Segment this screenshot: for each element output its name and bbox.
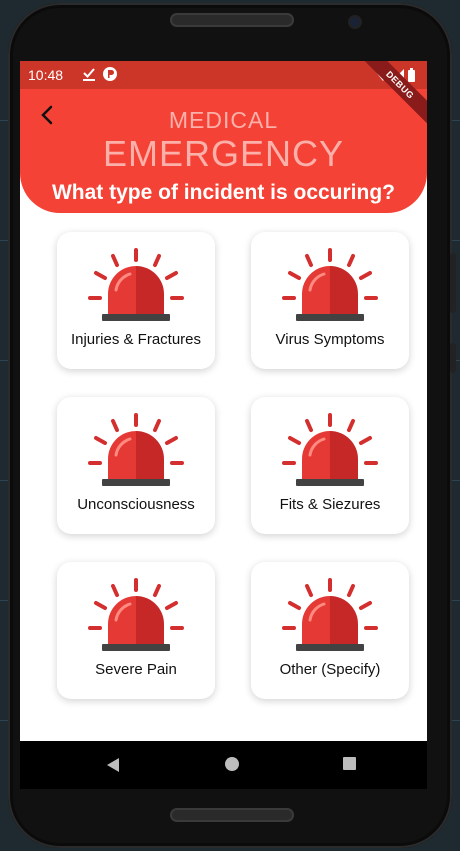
incident-card-label: Other (Specify) [279, 661, 381, 678]
incident-card-label: Injuries & Fractures [70, 331, 202, 348]
nav-back-icon[interactable] [104, 756, 122, 774]
incident-card[interactable]: Virus Symptoms [251, 232, 409, 369]
incident-card-label: Fits & Siezures [279, 496, 381, 513]
incident-card[interactable]: Injuries & Fractures [57, 232, 215, 369]
app-screen: 10:48 MEDICAL EMERGENCY What type of inc… [20, 61, 427, 741]
volume-button[interactable] [450, 253, 456, 313]
incident-card[interactable]: Other (Specify) [251, 562, 409, 699]
incident-card[interactable]: Severe Pain [57, 562, 215, 699]
incident-card-label: Unconsciousness [77, 496, 195, 513]
status-bar: 10:48 [20, 61, 427, 89]
incident-card-label: Virus Symptoms [275, 331, 385, 348]
front-camera [350, 17, 360, 27]
header-subtitle: MEDICAL [168, 107, 279, 133]
top-speaker [170, 13, 294, 27]
incident-question: What type of incident is occuring? [51, 181, 395, 204]
bottom-speaker [170, 808, 294, 822]
android-nav-bar [20, 741, 427, 789]
download-done-icon [82, 66, 96, 85]
flutter-p-icon [102, 66, 118, 85]
incident-card[interactable]: Fits & Siezures [251, 397, 409, 534]
incident-card-label: Severe Pain [95, 661, 177, 678]
incident-card[interactable]: Unconsciousness [57, 397, 215, 534]
header-title: EMERGENCY [102, 133, 345, 174]
battery-icon [408, 68, 415, 82]
nav-recents-icon[interactable] [342, 756, 357, 771]
nav-home-icon[interactable] [224, 756, 240, 772]
power-button[interactable] [450, 343, 456, 373]
emergency-header: MEDICAL EMERGENCY What type of incident … [20, 89, 427, 213]
status-time: 10:48 [28, 67, 64, 83]
